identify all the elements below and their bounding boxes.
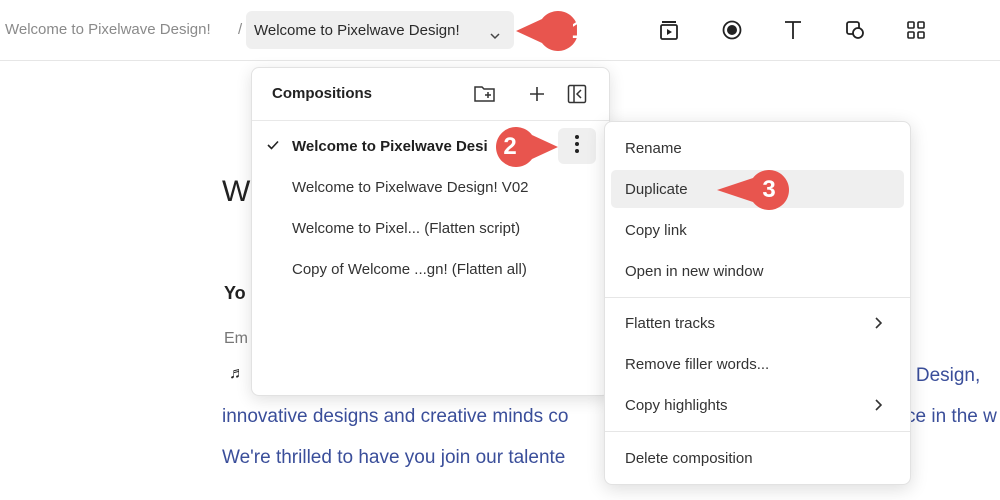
menu-item-copy-link[interactable]: Copy link — [611, 211, 904, 249]
grid-icon[interactable] — [904, 18, 928, 42]
breadcrumb-separator: / — [238, 21, 243, 38]
more-options-button[interactable] — [558, 128, 596, 164]
menu-item-flatten-tracks[interactable]: Flatten tracks — [611, 304, 904, 342]
menu-item-label: Duplicate — [625, 181, 688, 198]
menu-item-delete-composition[interactable]: Delete composition — [611, 439, 904, 477]
document-label: Em — [224, 330, 248, 347]
chevron-right-icon — [874, 398, 883, 415]
menu-divider — [605, 431, 910, 432]
menu-item-label: Copy link — [625, 222, 687, 239]
add-composition-icon[interactable] — [525, 82, 549, 106]
record-icon[interactable] — [720, 18, 744, 42]
menu-divider — [605, 297, 910, 298]
menu-item-open-new-window[interactable]: Open in new window — [611, 252, 904, 290]
menu-item-label: Flatten tracks — [625, 315, 716, 332]
document-text-line: innovative designs and creative minds co — [222, 406, 569, 427]
text-icon[interactable] — [781, 18, 805, 42]
callout-badge-2: 2 — [486, 127, 558, 167]
chevron-down-icon — [490, 27, 500, 45]
menu-item-rename[interactable]: Rename — [611, 129, 904, 167]
media-icon[interactable] — [657, 18, 681, 42]
chevron-right-icon — [874, 316, 883, 333]
callout-number: 1 — [571, 17, 585, 44]
composition-label: Welcome to Pixelwave Design! V02 — [292, 179, 529, 196]
composition-switcher-button[interactable]: Welcome to Pixelwave Design! — [246, 11, 514, 49]
menu-item-copy-highlights[interactable]: Copy highlights — [611, 386, 904, 424]
collapse-panel-icon[interactable] — [565, 82, 589, 106]
document-text-line: We're thrilled to have you join our tale… — [222, 447, 566, 468]
composition-item[interactable]: Welcome to Pixel... (Flatten script) — [252, 210, 609, 246]
menu-item-label: Remove filler words... — [625, 356, 770, 373]
compositions-panel: Compositions Welcome to Pixelwave Desi W… — [251, 67, 610, 396]
menu-item-label: Rename — [625, 140, 682, 157]
callout-number: 3 — [762, 176, 776, 203]
top-bar: Welcome to Pixelwave Design! / Welcome t… — [0, 0, 1000, 61]
panel-title: Compositions — [272, 85, 372, 102]
shapes-icon[interactable] — [843, 18, 867, 42]
document-text-fragment: e Design, — [900, 365, 981, 386]
menu-item-label: Copy highlights — [625, 397, 728, 414]
callout-number: 2 — [503, 133, 517, 160]
breadcrumb-current: Welcome to Pixelwave Design! — [254, 21, 460, 39]
callout-badge-1: 1 — [516, 11, 598, 51]
composition-item[interactable]: Copy of Welcome ...gn! (Flatten all) — [252, 251, 609, 287]
menu-item-remove-filler-words[interactable]: Remove filler words... — [611, 345, 904, 383]
composition-label: Welcome to Pixelwave Desi — [292, 138, 488, 155]
music-note-icon: ♬ — [229, 365, 245, 382]
document-subheading: Yo — [224, 283, 246, 303]
document-heading: W — [222, 175, 251, 208]
composition-label: Copy of Welcome ...gn! (Flatten all) — [292, 261, 527, 278]
callout-badge-3: 3 — [717, 170, 799, 210]
check-icon — [266, 138, 280, 156]
document-text-fragment: ce in the w — [906, 406, 997, 427]
panel-divider — [252, 120, 609, 121]
breadcrumb-parent[interactable]: Welcome to Pixelwave Design! — [5, 21, 211, 38]
menu-item-label: Delete composition — [625, 450, 753, 467]
new-folder-icon[interactable] — [473, 82, 497, 106]
menu-item-label: Open in new window — [625, 263, 764, 280]
composition-item[interactable]: Welcome to Pixelwave Design! V02 — [252, 169, 609, 205]
composition-label: Welcome to Pixel... (Flatten script) — [292, 220, 521, 237]
more-vertical-icon — [574, 134, 580, 159]
